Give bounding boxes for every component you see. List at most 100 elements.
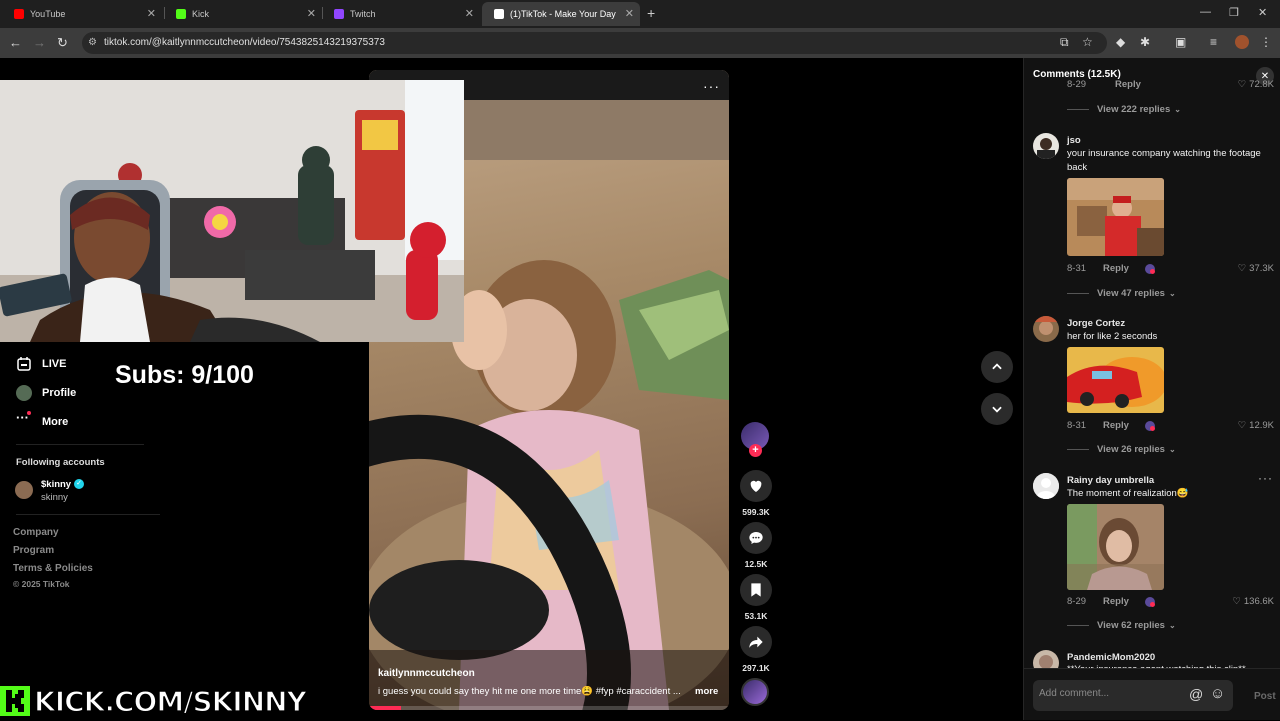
comment-like-button[interactable]: ♡ 72.8K [1238,79,1274,90]
minimize-icon[interactable]: — [1200,6,1211,18]
comment-like-button[interactable]: ♡ 37.3K [1238,263,1274,274]
footer-link-company[interactable]: Company [13,527,59,538]
new-tab-button[interactable]: + [647,5,655,21]
sidebar-item-live[interactable]: LIVE [16,356,66,372]
comment-text: your insurance company watching the foot… [1067,148,1261,173]
comment-like-count: 37.3K [1249,263,1274,274]
avatar[interactable] [1033,316,1059,342]
sidebar-item-profile[interactable]: Profile [16,385,76,401]
site-info-icon[interactable]: ⚙ [88,37,97,48]
reply-button[interactable]: Reply [1115,79,1141,90]
close-tab-icon[interactable]: ✕ [307,7,316,20]
comment-text: The moment of realization😅 [1067,488,1189,499]
following-account-item[interactable]: $kinny ✓ skinny [15,479,175,505]
tab-kick[interactable]: Kick ✕ [164,2,322,26]
chevron-down-icon: ⌄ [1168,621,1176,630]
comment-username[interactable]: jso [1067,135,1081,146]
following-name: $kinny [41,479,72,490]
view-replies-label: View 26 replies [1097,444,1165,455]
twitch-icon [334,9,344,19]
install-app-icon[interactable]: ⧉ [1060,35,1069,50]
sound-disc-icon[interactable] [741,678,769,706]
back-icon[interactable]: ← [9,35,22,50]
post-comment-button[interactable]: Post [1254,691,1276,702]
tab-twitch[interactable]: Twitch ✕ [322,2,480,26]
menu-icon[interactable]: ⋮ [1260,35,1272,49]
comment-like-button[interactable]: ♡ 136.6K [1232,596,1274,607]
comment-gif[interactable] [1067,504,1164,590]
sidebar-item-label: Profile [42,387,77,399]
chevron-down-icon: ⌄ [1168,289,1176,298]
avatar[interactable] [1033,473,1059,499]
emoji-icon[interactable]: ☺ [1210,685,1225,702]
creator-liked-icon [1145,264,1155,274]
profile-avatar-icon[interactable] [1235,35,1249,49]
comment-username[interactable]: Rainy day umbrella [1067,475,1154,486]
close-window-icon[interactable]: ✕ [1258,6,1267,19]
forward-icon[interactable]: → [33,35,46,50]
live-icon [17,357,31,371]
tab-label: (1)TikTok - Make Your Day [510,9,616,19]
sidebar-item-more[interactable]: ··· More [16,410,69,430]
view-replies-button[interactable]: View 26 replies ⌄ [1067,444,1176,455]
close-tab-icon[interactable]: ✕ [147,7,156,20]
profile-avatar [16,385,32,401]
tiktok-page: LIVE Profile ··· More Following accounts… [0,58,1280,720]
footer-link-program[interactable]: Program [13,545,54,556]
reply-button[interactable]: Reply [1103,420,1129,431]
close-tab-icon[interactable]: ✕ [625,7,634,20]
media-control-icon[interactable]: ≡ [1210,35,1217,49]
video-author[interactable]: kaitlynnmccutcheon [378,668,475,679]
caption-more-link[interactable]: more [695,686,718,697]
view-replies-button[interactable]: View 62 replies ⌄ [1067,620,1176,631]
extensions-puzzle-icon[interactable]: ✱ [1140,35,1150,49]
close-tab-icon[interactable]: ✕ [465,7,474,20]
split-view-icon[interactable]: ▣ [1175,35,1186,49]
webcam-overlay [0,80,464,342]
bookmark-star-icon[interactable]: ☆ [1082,35,1093,49]
url-field[interactable]: ⚙ tiktok.com/@kaitlynnmccutcheon/video/7… [82,32,1107,54]
comment-button[interactable] [740,522,772,554]
restore-icon[interactable]: ❐ [1229,6,1239,19]
address-bar: ← → ↻ ⚙ tiktok.com/@kaitlynnmccutcheon/v… [0,28,1280,58]
reply-button[interactable]: Reply [1103,263,1129,274]
comment-username[interactable]: PandemicMom2020 [1067,652,1155,663]
tab-youtube[interactable]: YouTube ✕ [2,2,162,26]
comment-more-options-icon[interactable]: ··· [1258,471,1273,485]
video-more-options-icon[interactable]: ··· [703,78,720,94]
youtube-icon [14,9,24,19]
reload-icon[interactable]: ↻ [57,35,68,51]
extension-icon[interactable]: ◆ [1116,35,1125,49]
creator-liked-icon [1145,597,1155,607]
like-button[interactable] [740,470,772,502]
previous-video-button[interactable] [981,351,1013,383]
video-caption: i guess you could say they hit me one mo… [378,686,681,697]
more-icon: ··· [16,410,31,425]
verified-icon: ✓ [74,479,84,489]
next-video-button[interactable] [981,393,1013,425]
footer-link-terms[interactable]: Terms & Policies [13,563,93,574]
comment-like-button[interactable]: ♡ 12.9K [1238,420,1274,431]
reply-button[interactable]: Reply [1103,596,1129,607]
share-button[interactable] [740,626,772,658]
view-replies-button[interactable]: View 47 replies ⌄ [1067,288,1176,299]
comment-text: her for like 2 seconds [1067,331,1158,342]
url-text: tiktok.com/@kaitlynnmccutcheon/video/754… [104,37,385,48]
webcam-feed [0,80,464,342]
heart-outline-icon: ♡ [1237,79,1247,90]
following-accounts-title: Following accounts [16,457,105,468]
save-button[interactable] [740,574,772,606]
mention-icon[interactable]: @ [1189,686,1203,702]
tab-tiktok[interactable]: (1)TikTok - Make Your Day ✕ [482,2,640,26]
follow-plus-icon[interactable]: + [749,444,762,457]
video-progress-bar[interactable] [369,706,729,710]
add-comment-input[interactable] [1039,688,1179,699]
view-replies-button[interactable]: View 222 replies ⌄ [1067,104,1181,115]
comment-gif[interactable] [1067,347,1164,413]
comment-gif[interactable] [1067,178,1164,256]
heart-outline-icon: ♡ [1232,596,1241,607]
sidebar-item-label: More [42,416,69,428]
tab-label: YouTube [30,9,66,19]
avatar[interactable] [1033,133,1059,159]
comment-username[interactable]: Jorge Cortez [1067,318,1125,329]
